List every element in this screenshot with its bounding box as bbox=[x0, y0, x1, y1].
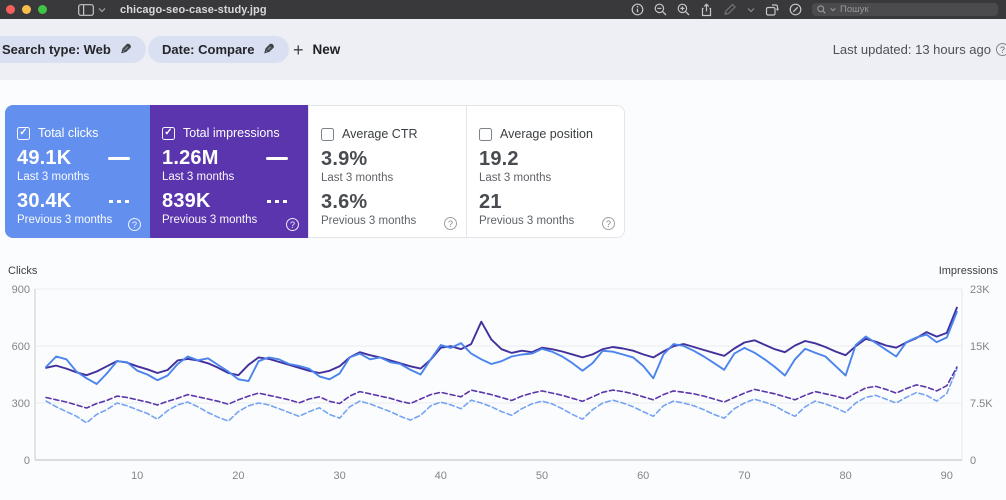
window-controls bbox=[6, 5, 47, 14]
svg-text:15K: 15K bbox=[970, 341, 990, 353]
previous-value: 30.4K bbox=[17, 190, 71, 213]
search-input[interactable]: Пошук bbox=[812, 3, 998, 16]
svg-text:0: 0 bbox=[24, 455, 30, 467]
sidebar-toggle-icon[interactable] bbox=[78, 4, 94, 16]
help-icon[interactable]: ? bbox=[128, 218, 141, 231]
svg-text:70: 70 bbox=[738, 470, 750, 482]
last-updated-text: Last updated: 13 hours ago bbox=[833, 42, 991, 57]
maximize-window-button[interactable] bbox=[38, 5, 47, 14]
markup-chevron-icon[interactable] bbox=[747, 7, 755, 13]
svg-text:900: 900 bbox=[12, 284, 30, 296]
date-filter-label: Date: Compare bbox=[162, 42, 254, 57]
solid-line-legend-icon bbox=[108, 157, 130, 160]
edit-pencil-icon[interactable]: ✎ bbox=[120, 41, 132, 58]
help-icon[interactable]: ? bbox=[286, 218, 299, 231]
svg-text:90: 90 bbox=[941, 470, 953, 482]
card-title: Total impressions bbox=[183, 126, 280, 140]
checkbox-unchecked-icon[interactable] bbox=[321, 128, 334, 141]
previous-period-label: Previous 3 months bbox=[162, 214, 296, 226]
checkbox-unchecked-icon[interactable] bbox=[479, 128, 492, 141]
svg-text:80: 80 bbox=[839, 470, 851, 482]
svg-text:23K: 23K bbox=[970, 284, 990, 296]
svg-text:7.5K: 7.5K bbox=[970, 398, 993, 410]
rotate-icon[interactable] bbox=[765, 3, 779, 16]
svg-text:10: 10 bbox=[131, 470, 143, 482]
edit-pencil-icon[interactable]: ✎ bbox=[263, 41, 275, 58]
previous-period-label: Previous 3 months bbox=[17, 214, 138, 226]
card-title: Total clicks bbox=[38, 126, 98, 140]
metric-card-total-clicks[interactable]: ✓ Total clicks 49.1K Last 3 months 30.4K… bbox=[5, 105, 150, 238]
metric-card-average-ctr[interactable]: Average CTR 3.9% Last 3 months 3.6% Prev… bbox=[308, 105, 467, 238]
markup-circle-icon[interactable] bbox=[789, 3, 802, 16]
current-value: 19.2 bbox=[479, 148, 519, 171]
current-period-label: Last 3 months bbox=[321, 172, 454, 184]
new-filter-label: New bbox=[313, 42, 341, 57]
filters-toolbar: Search type: Web ✎ Date: Compare ✎ + New… bbox=[0, 19, 1006, 80]
date-filter[interactable]: Date: Compare ✎ bbox=[148, 36, 289, 63]
info-icon[interactable] bbox=[631, 3, 644, 16]
plus-icon: + bbox=[293, 41, 304, 59]
minimize-window-button[interactable] bbox=[22, 5, 31, 14]
checkbox-checked-icon[interactable]: ✓ bbox=[162, 127, 175, 140]
svg-text:0: 0 bbox=[970, 455, 976, 467]
search-icon bbox=[817, 5, 826, 14]
markup-pencil-icon[interactable] bbox=[723, 3, 737, 16]
current-period-label: Last 3 months bbox=[17, 171, 138, 183]
card-title: Average position bbox=[500, 127, 593, 141]
checkbox-checked-icon[interactable]: ✓ bbox=[17, 127, 30, 140]
metric-card-average-position[interactable]: Average position 19.2 Last 3 months 21 P… bbox=[467, 105, 625, 238]
search-scope-chevron-icon bbox=[830, 7, 836, 12]
share-icon[interactable] bbox=[700, 3, 713, 17]
metric-card-total-impressions[interactable]: ✓ Total impressions 1.26M Last 3 months … bbox=[150, 105, 308, 238]
zoom-in-icon[interactable] bbox=[677, 3, 690, 16]
svg-text:300: 300 bbox=[12, 398, 30, 410]
current-value: 1.26M bbox=[162, 147, 219, 170]
search-type-filter[interactable]: Search type: Web ✎ bbox=[0, 36, 146, 63]
help-icon[interactable]: ? bbox=[996, 43, 1006, 56]
svg-text:60: 60 bbox=[637, 470, 649, 482]
current-period-label: Last 3 months bbox=[479, 172, 612, 184]
previous-value: 3.6% bbox=[321, 191, 367, 214]
new-filter-button[interactable]: + New bbox=[293, 36, 340, 63]
search-placeholder: Пошук bbox=[840, 4, 869, 15]
current-value: 3.9% bbox=[321, 148, 367, 171]
performance-line-chart: 900 23K 600 15K 300 7.5K 0 0 10 20 30 40 50 60 70 80 90 bbox=[0, 260, 1006, 495]
sidebar-chevron-icon[interactable] bbox=[98, 7, 106, 13]
app-window: chicago-seo-case-study.jpg bbox=[0, 0, 1006, 500]
dotted-line-legend-icon bbox=[109, 200, 130, 203]
zoom-out-icon[interactable] bbox=[654, 3, 667, 16]
window-title: chicago-seo-case-study.jpg bbox=[120, 4, 267, 16]
help-icon[interactable]: ? bbox=[444, 217, 457, 230]
svg-text:600: 600 bbox=[12, 341, 30, 353]
card-title: Average CTR bbox=[342, 127, 418, 141]
metric-cards-row: ✓ Total clicks 49.1K Last 3 months 30.4K… bbox=[5, 105, 625, 238]
svg-text:40: 40 bbox=[435, 470, 447, 482]
window-titlebar: chicago-seo-case-study.jpg bbox=[0, 0, 1006, 19]
current-period-label: Last 3 months bbox=[162, 171, 296, 183]
previous-period-label: Previous 3 months bbox=[321, 215, 454, 227]
svg-text:50: 50 bbox=[536, 470, 548, 482]
search-type-label: Search type: Web bbox=[2, 42, 111, 57]
svg-text:30: 30 bbox=[333, 470, 345, 482]
dotted-line-legend-icon bbox=[267, 200, 288, 203]
solid-line-legend-icon bbox=[266, 157, 288, 160]
svg-text:20: 20 bbox=[232, 470, 244, 482]
help-icon[interactable]: ? bbox=[602, 217, 615, 230]
previous-period-label: Previous 3 months bbox=[479, 215, 612, 227]
previous-value: 839K bbox=[162, 190, 211, 213]
current-value: 49.1K bbox=[17, 147, 71, 170]
close-window-button[interactable] bbox=[6, 5, 15, 14]
previous-value: 21 bbox=[479, 191, 502, 214]
